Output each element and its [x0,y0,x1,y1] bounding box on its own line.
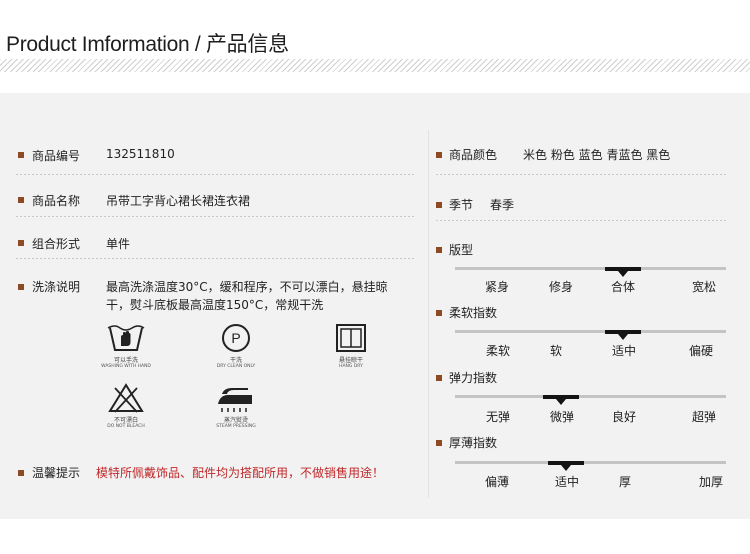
scale-elasticity-bar [455,395,726,398]
care-no-bleach: 不可漂白 DO NOT BLEACH [91,382,161,429]
scale-option: 良好 [611,410,637,424]
bullet-icon [436,247,442,253]
scale-elasticity-label: 弹力指数 [449,371,498,385]
scale-option: 无弹 [485,410,511,424]
no-bleach-icon [108,383,144,413]
bullet-icon [18,470,24,476]
hand-wash-icon [107,325,145,351]
care-label-cn: 可以手洗 [113,357,138,364]
product-name-label: 商品名称 [32,194,81,208]
color-label: 商品颜色 [449,148,498,162]
bullet-icon [436,440,442,446]
care-label-cn: 悬挂晾干 [338,357,363,364]
hatch-divider [0,59,750,72]
dry-clean-icon: P [222,324,250,352]
scale-option: 微弹 [549,410,575,424]
scale-option: 软 [549,344,563,358]
row-separator [436,220,728,221]
scale-option: 紧身 [484,280,510,294]
combination-label: 组合形式 [32,237,81,251]
season-value: 春季 [490,198,515,212]
row-separator [16,174,414,175]
season-label: 季节 [449,198,474,212]
wash-instructions-value: 最高洗涤温度30°C，缓和程序，不可以漂白，悬挂晾干，熨斗底板最高温度150°C… [106,280,388,312]
care-hand-wash: 可以手洗 WASHING WITH HAND [91,322,161,369]
bullet-icon [436,152,442,158]
product-name-value: 吊带工字背心裙长裙连衣裙 [106,194,251,208]
row-separator [436,174,728,175]
care-steam-iron: 蒸汽熨烫 STEAM PRESSING [201,382,271,429]
care-label-en: STEAM PRESSING [216,424,256,429]
scale-thickness-marker [548,461,584,471]
bullet-icon [18,152,24,158]
column-divider [428,130,429,498]
wash-instructions-label: 洗涤说明 [32,280,81,294]
color-value: 米色 粉色 蓝色 青蓝色 黑色 [523,148,671,162]
bullet-icon [436,310,442,316]
scale-option: 宽松 [691,280,717,294]
bullet-icon [18,197,24,203]
bullet-icon [436,375,442,381]
svg-text:P: P [231,330,240,346]
scale-option: 超弹 [691,410,717,424]
tip-label: 温馨提示 [32,466,81,480]
scale-option: 加厚 [698,475,724,489]
care-dry-clean: P 干洗 DRY CLEAN ONLY [201,322,271,369]
care-label-en: DRY CLEAN ONLY [216,364,256,369]
scale-option: 适中 [611,344,637,358]
scale-option: 柔软 [485,344,511,358]
care-hang-dry: 悬挂晾干 HANG DRY [316,322,386,369]
scale-fit-bar [455,267,726,270]
bullet-icon [436,202,442,208]
scale-softness-label: 柔软指数 [449,306,498,320]
row-separator [16,216,414,217]
care-label-cn: 不可漂白 [113,417,138,424]
care-label-cn: 蒸汽熨烫 [223,417,248,424]
product-number-value: 132511810 [106,147,175,161]
scale-option: 偏硬 [688,344,714,358]
scale-softness-bar [455,330,726,333]
care-label-en: WASHING WITH HAND [101,364,151,369]
scale-elasticity-marker [543,395,579,405]
tip-value: 模特所佩戴饰品、配件均为搭配所用，不做销售用途！ [96,466,385,480]
hang-dry-icon [336,324,366,352]
scale-option: 偏薄 [484,475,510,489]
scale-softness-marker [605,330,641,340]
scale-option: 适中 [554,475,580,489]
bullet-icon [18,284,24,290]
scale-thickness-bar [455,461,726,464]
scale-fit-marker [605,267,641,277]
care-label-en: DO NOT BLEACH [107,424,145,429]
page-title: Product Imformation / 产品信息 [6,33,289,56]
scale-option: 修身 [548,280,574,294]
scale-option: 厚 [618,475,632,489]
product-number-label: 商品编号 [32,149,81,163]
scale-option: 合体 [610,280,636,294]
scale-thickness-label: 厚薄指数 [449,436,498,450]
bullet-icon [18,240,24,246]
steam-iron-icon [218,388,252,412]
care-label-cn: 干洗 [229,357,242,364]
combination-value: 单件 [106,237,131,251]
row-separator [16,258,414,259]
care-label-en: HANG DRY [339,364,363,369]
scale-fit-label: 版型 [449,243,474,257]
